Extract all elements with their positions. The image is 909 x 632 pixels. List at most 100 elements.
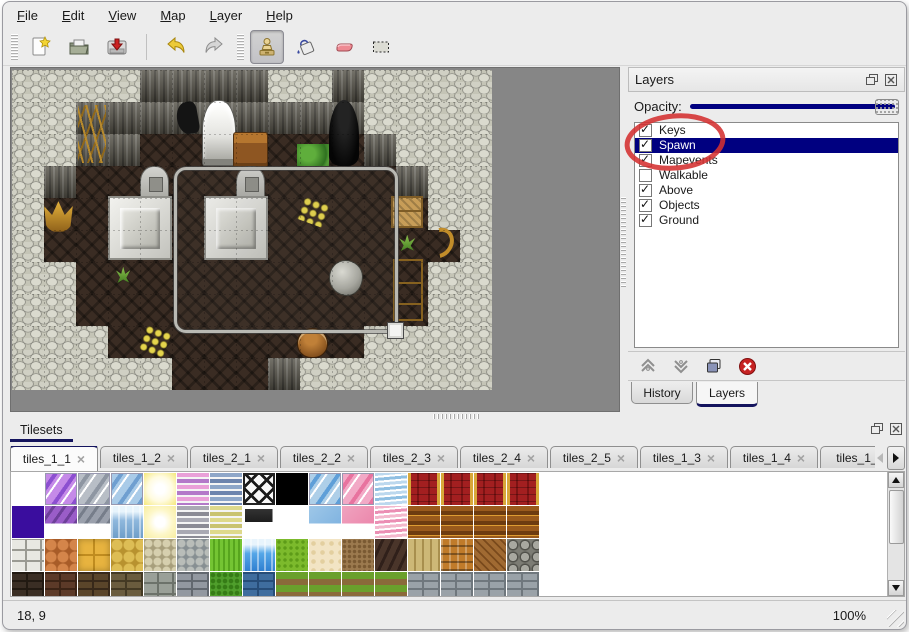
layer-checkbox-walkable[interactable] (639, 169, 652, 182)
dock-tab-history[interactable]: History (631, 382, 693, 404)
tileset-tab-tiles_1_2[interactable]: tiles_1_2× (100, 446, 188, 468)
tileset-tile[interactable] (342, 473, 374, 505)
tileset-tile[interactable] (342, 506, 374, 538)
toolbar-grip[interactable] (11, 34, 18, 60)
layer-checkbox-spawn[interactable] (639, 139, 652, 152)
tileset-tile[interactable] (408, 539, 440, 571)
tileset-tile[interactable] (276, 539, 308, 571)
menu-help[interactable]: Help (266, 8, 293, 23)
fill-tool-button[interactable] (288, 30, 322, 64)
tileset-tile[interactable] (144, 506, 176, 538)
tab-close-icon[interactable]: × (257, 453, 265, 463)
delete-layer-icon[interactable] (737, 356, 757, 376)
toolbar-grip[interactable] (237, 34, 244, 60)
tileset-tile[interactable] (441, 506, 473, 538)
tab-close-icon[interactable]: × (617, 453, 625, 463)
opacity-slider-track[interactable] (690, 104, 895, 109)
tileset-tile[interactable] (408, 572, 440, 597)
scroll-up-button[interactable] (888, 472, 904, 488)
eraser-tool-button[interactable] (326, 30, 360, 64)
tileset-tile[interactable] (507, 572, 539, 597)
tileset-tab-tiles_1_[interactable]: tiles_1_× (820, 446, 878, 468)
tileset-tile[interactable] (243, 506, 275, 538)
tileset-tile[interactable] (78, 539, 110, 571)
menu-edit[interactable]: Edit (62, 8, 84, 23)
window-resize-grip[interactable] (887, 610, 904, 627)
opacity-slider-thumb[interactable] (875, 99, 899, 115)
new-map-button[interactable] (24, 30, 58, 64)
tileset-tile[interactable] (375, 539, 407, 571)
close-icon[interactable] (889, 422, 903, 435)
menu-map[interactable]: Map (160, 8, 185, 23)
tileset-tile[interactable] (309, 539, 341, 571)
tileset-tile[interactable] (243, 572, 275, 597)
close-icon[interactable] (884, 73, 898, 86)
move-layer-down-icon[interactable] (671, 356, 691, 376)
tileset-tile[interactable] (408, 473, 440, 505)
tileset-tile[interactable] (210, 572, 242, 597)
layer-row-above[interactable]: Above (635, 183, 898, 198)
scroll-tabs-right-button[interactable] (887, 446, 905, 470)
layer-row-walkable[interactable]: Walkable (635, 168, 898, 183)
tileset-tile[interactable] (507, 506, 539, 538)
stamp-tool-button[interactable] (250, 30, 284, 64)
tileset-tile[interactable] (144, 572, 176, 597)
tileset-tile[interactable] (474, 506, 506, 538)
tileset-tab-tiles_1_1[interactable]: tiles_1_1× (10, 446, 98, 471)
tileset-tile[interactable] (408, 506, 440, 538)
tileset-tile[interactable] (111, 506, 143, 538)
map-canvas[interactable] (12, 70, 492, 390)
redo-button[interactable] (197, 30, 231, 64)
scroll-tabs-left-icon[interactable] (877, 453, 883, 463)
menu-layer[interactable]: Layer (210, 8, 243, 23)
layer-checkbox-ground[interactable] (639, 214, 652, 227)
tileset-tile[interactable] (177, 539, 209, 571)
tileset-tile[interactable] (45, 473, 77, 505)
tileset-tile[interactable] (45, 539, 77, 571)
layer-row-ground[interactable]: Ground (635, 213, 898, 228)
tileset-tile[interactable] (375, 572, 407, 597)
tileset-tile[interactable] (342, 539, 374, 571)
tileset-tile[interactable] (210, 506, 242, 538)
horizontal-splitter[interactable] (3, 412, 906, 420)
map-selection-rect[interactable] (174, 167, 398, 333)
tileset-tile[interactable] (111, 572, 143, 597)
tileset-tile[interactable] (276, 473, 308, 505)
save-map-button[interactable] (100, 30, 134, 64)
tileset-tile[interactable] (243, 539, 275, 571)
tileset-tile[interactable] (12, 539, 44, 571)
rect-select-tool-button[interactable] (364, 30, 398, 64)
tileset-tile[interactable] (111, 539, 143, 571)
tileset-tile[interactable] (144, 539, 176, 571)
tileset-tile[interactable] (441, 473, 473, 505)
dock-tab-layers[interactable]: Layers (696, 382, 758, 407)
tileset-tile[interactable] (276, 506, 308, 538)
tileset-tile[interactable] (111, 473, 143, 505)
tileset-tile[interactable] (474, 572, 506, 597)
tab-close-icon[interactable]: × (707, 453, 715, 463)
tileset-tile[interactable] (441, 572, 473, 597)
tileset-tab-tiles_2_3[interactable]: tiles_2_3× (370, 446, 458, 468)
tileset-tab-tiles_2_5[interactable]: tiles_2_5× (550, 446, 638, 468)
tileset-tile[interactable] (78, 506, 110, 538)
palette-scrollbar[interactable] (887, 472, 904, 596)
tileset-tile[interactable] (78, 473, 110, 505)
tab-close-icon[interactable]: × (77, 454, 85, 464)
vertical-splitter[interactable] (620, 67, 628, 412)
tileset-tile[interactable] (507, 473, 539, 505)
scroll-down-button[interactable] (888, 580, 904, 596)
tab-close-icon[interactable]: × (797, 453, 805, 463)
tab-close-icon[interactable]: × (437, 453, 445, 463)
tab-close-icon[interactable]: × (167, 453, 175, 463)
tileset-tab-tiles_1_3[interactable]: tiles_1_3× (640, 446, 728, 468)
duplicate-layer-icon[interactable] (704, 356, 724, 376)
tileset-tile[interactable] (507, 539, 539, 571)
tileset-tile[interactable] (12, 473, 44, 505)
tileset-tile[interactable] (177, 473, 209, 505)
tileset-tab-tiles_1_4[interactable]: tiles_1_4× (730, 446, 818, 468)
layer-row-spawn[interactable]: Spawn (635, 138, 898, 153)
tileset-tile[interactable] (309, 572, 341, 597)
tileset-tile[interactable] (177, 506, 209, 538)
tileset-tile[interactable] (210, 473, 242, 505)
tileset-tab-tiles_2_2[interactable]: tiles_2_2× (280, 446, 368, 468)
